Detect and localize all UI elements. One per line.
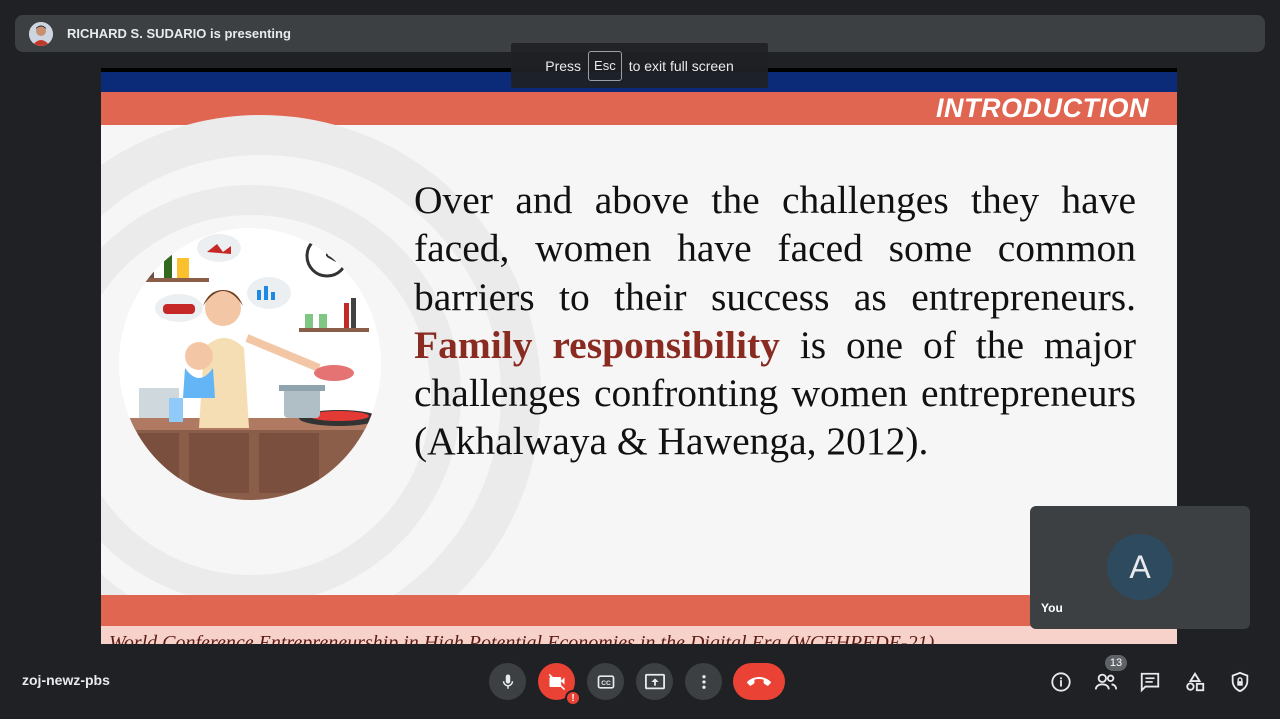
chat-button[interactable]	[1137, 669, 1163, 695]
presenting-text: RICHARD S. SUDARIO is presenting	[67, 26, 291, 41]
shared-slide: INTRODUCTION Over and above the challeng…	[101, 68, 1177, 644]
slide-footer-text: World Conference Entrepreneurship in Hig…	[109, 632, 935, 644]
slide-footer-strip: World Conference Entrepreneurship in Hig…	[101, 626, 1177, 644]
self-view-label: You	[1041, 601, 1063, 615]
captions-icon: CC	[597, 674, 614, 689]
mic-button[interactable]	[489, 663, 526, 700]
multitasking-mother-illustration	[119, 228, 381, 500]
fullscreen-hint-rest: to exit full screen	[628, 57, 734, 74]
fullscreen-hint-press: Press	[545, 57, 582, 74]
esc-key-hint: Esc	[588, 50, 622, 81]
meeting-details-button[interactable]	[1048, 669, 1074, 695]
slide-body-text: Over and above the challenges they have …	[414, 176, 1136, 466]
leave-call-button[interactable]	[733, 663, 785, 700]
meeting-code: zoj-newz-pbs	[22, 672, 110, 688]
host-controls-button[interactable]	[1227, 669, 1253, 695]
info-icon	[1051, 672, 1071, 692]
self-avatar: A	[1107, 534, 1173, 600]
more-vert-icon	[701, 674, 706, 689]
slide-body-highlight: Family responsibility	[414, 322, 780, 367]
present-screen-icon	[644, 673, 665, 689]
camera-toggle-button[interactable]: !	[538, 663, 581, 706]
mic-icon	[502, 674, 513, 689]
self-view-tile[interactable]: A You	[1030, 506, 1250, 629]
present-now-button[interactable]	[636, 663, 673, 700]
camera-off-icon	[548, 673, 565, 690]
slide-title: INTRODUCTION	[936, 93, 1149, 123]
participant-count-badge: 13	[1105, 655, 1127, 671]
chat-icon	[1140, 672, 1160, 693]
shield-lock-icon	[1231, 671, 1249, 693]
hang-up-icon	[747, 676, 771, 686]
slide-footer-band	[101, 595, 1177, 626]
captions-button[interactable]: CC	[587, 663, 624, 700]
fullscreen-hint: Press Esc to exit full screen	[511, 43, 768, 88]
participants-button[interactable]	[1093, 669, 1119, 695]
more-options-button[interactable]	[685, 663, 722, 700]
meeting-screen: RICHARD S. SUDARIO is presenting INTRODU…	[0, 0, 1280, 719]
slide-body-before: Over and above the challenges they have …	[414, 178, 1136, 319]
people-icon	[1094, 673, 1118, 690]
activities-button[interactable]	[1182, 669, 1208, 695]
activities-icon	[1186, 672, 1205, 692]
svg-text:CC: CC	[601, 679, 611, 686]
camera-alert-badge: !	[565, 690, 581, 706]
presenter-avatar	[29, 21, 53, 46]
